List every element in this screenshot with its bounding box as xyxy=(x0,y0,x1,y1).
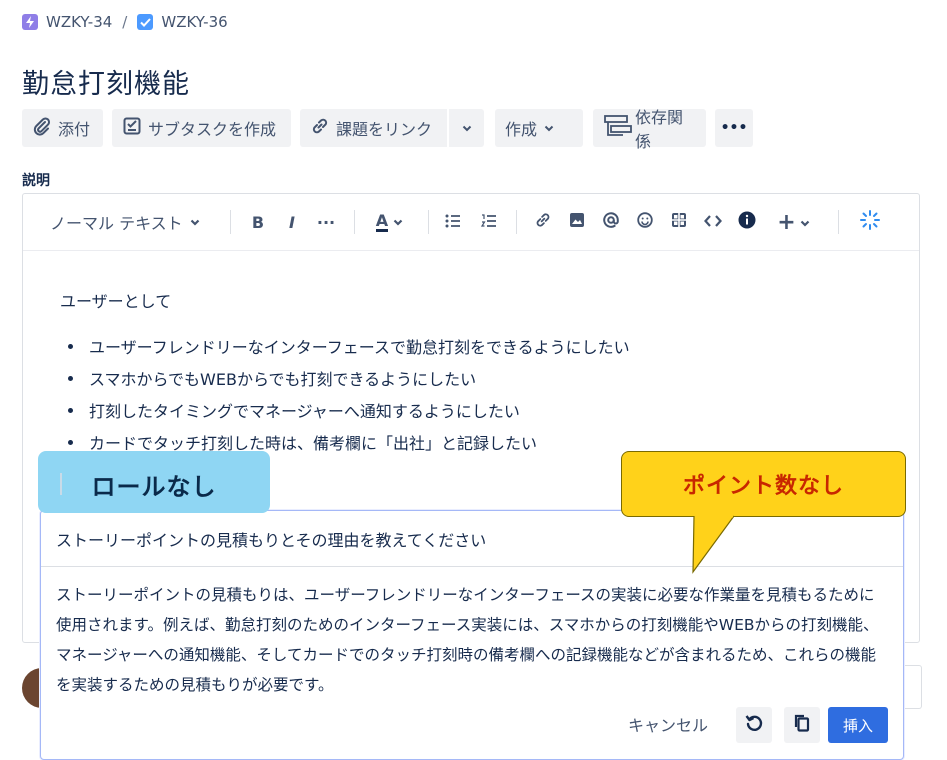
insert-link-button[interactable] xyxy=(530,208,556,236)
epic-icon xyxy=(22,14,38,30)
create-label: 作成 xyxy=(505,120,538,139)
callout-no-points: ポイント数なし xyxy=(621,451,906,517)
mention-icon xyxy=(603,212,619,232)
breadcrumb: WZKY-34 / WZKY-36 xyxy=(22,10,228,34)
list-item-text: ユーザーフレンドリーなインターフェースで勤怠打刻をできるようにしたい xyxy=(89,338,630,357)
issue-title[interactable]: 勤怠打刻機能 xyxy=(22,62,190,101)
chevron-down-icon xyxy=(543,119,555,138)
create-button[interactable]: 作成 xyxy=(495,109,583,147)
code-block-button[interactable] xyxy=(700,208,726,236)
list-item: スマホからでもWEBからでも打刻できるようにしたい xyxy=(60,362,630,394)
chevron-down-icon xyxy=(799,210,811,235)
breadcrumb-issue-link[interactable]: WZKY-36 xyxy=(161,13,227,31)
emoji-icon xyxy=(637,212,653,232)
cancel-button[interactable]: キャンセル xyxy=(628,712,708,736)
insert-image-button[interactable] xyxy=(564,208,590,236)
mention-button[interactable] xyxy=(598,208,624,236)
retry-icon xyxy=(744,713,764,737)
callout-no-role: ロールなし xyxy=(38,451,270,513)
callout-no-role-text: ロールなし xyxy=(91,473,217,501)
bullet-dot xyxy=(68,343,73,349)
info-icon xyxy=(738,211,756,233)
toolbar-divider xyxy=(838,210,839,234)
plus-icon: + xyxy=(777,209,796,235)
toolbar-divider xyxy=(428,210,429,234)
ai-prompt-text[interactable]: ストーリーポイントの見積もりとその理由を教えてください xyxy=(56,527,486,551)
comment-field-edge xyxy=(904,665,922,709)
chevron-down-icon xyxy=(189,213,201,232)
code-icon xyxy=(704,213,722,232)
text-style-label: ノーマル テキスト xyxy=(50,214,183,233)
list-item-text: 打刻したタイミングでマネージャーへ通知するようにしたい xyxy=(89,402,520,421)
toolbar-divider xyxy=(516,210,517,234)
ai-panel-divider xyxy=(41,566,903,567)
info-panel-button[interactable] xyxy=(734,208,760,236)
attach-button[interactable]: 添付 xyxy=(22,109,103,147)
text-style-dropdown[interactable]: ノーマル テキスト xyxy=(50,208,210,236)
link-icon xyxy=(310,116,330,140)
more-actions-button[interactable]: ••• xyxy=(715,109,753,147)
toolbar-divider xyxy=(354,210,355,234)
attach-label: 添付 xyxy=(58,120,91,139)
sparkle-icon xyxy=(859,209,881,235)
bullet-dot xyxy=(68,375,73,381)
link-issue-label: 課題をリンク xyxy=(336,120,433,139)
breadcrumb-separator: / xyxy=(122,13,128,31)
insert-button[interactable]: 挿入 xyxy=(828,707,888,743)
task-icon xyxy=(137,14,154,30)
chevron-down-icon xyxy=(392,213,404,232)
avatar xyxy=(22,668,42,708)
more-formatting-button[interactable]: ··· xyxy=(312,208,340,236)
retry-button[interactable] xyxy=(736,707,772,743)
copy-icon xyxy=(793,713,811,737)
text-color-button[interactable]: A xyxy=(368,208,412,236)
dependency-icon xyxy=(603,114,633,142)
breadcrumb-parent-link[interactable]: WZKY-34 xyxy=(46,13,112,31)
emoji-button[interactable] xyxy=(632,208,658,236)
description-intro: ユーザーとして xyxy=(60,292,172,311)
list-item: ユーザーフレンドリーなインターフェースで勤怠打刻をできるようにしたい xyxy=(60,330,630,362)
bullet-list-icon xyxy=(445,213,461,232)
create-subtask-button[interactable]: サブタスクを作成 xyxy=(112,109,291,147)
bullet-dot xyxy=(68,439,73,445)
bullet-list-button[interactable] xyxy=(440,208,466,236)
italic-button[interactable]: I xyxy=(280,208,304,236)
image-icon xyxy=(569,212,585,232)
subtask-label: サブタスクを作成 xyxy=(148,120,277,139)
toolbar-divider xyxy=(230,210,231,234)
link-issue-dropdown[interactable] xyxy=(449,109,484,147)
table-icon xyxy=(671,212,687,232)
bullet-dot xyxy=(68,407,73,413)
numbered-list-button[interactable] xyxy=(476,208,502,236)
subtask-icon xyxy=(122,116,142,140)
bold-button[interactable]: B xyxy=(246,208,270,236)
link-icon xyxy=(534,211,552,233)
insert-more-button[interactable]: + xyxy=(770,208,818,236)
copy-button[interactable] xyxy=(784,707,820,743)
link-issue-button[interactable]: 課題をリンク xyxy=(300,109,447,147)
dependency-label: 依存関係 xyxy=(635,108,684,151)
text-color-label: A xyxy=(375,210,389,232)
paperclip-icon xyxy=(32,116,52,140)
list-item: 打刻したタイミングでマネージャーへ通知するようにしたい xyxy=(60,394,630,426)
description-label: 説明 xyxy=(22,173,50,189)
list-item-text: スマホからでもWEBからでも打刻できるようにしたい xyxy=(89,370,477,389)
ai-assist-button[interactable] xyxy=(856,208,884,236)
ai-response-text: ストーリーポイントの見積もりは、ユーザーフレンドリーなインターフェースの実装に必… xyxy=(56,586,879,694)
numbered-list-icon xyxy=(480,213,497,232)
callout-pointer xyxy=(692,514,735,574)
callout-no-points-text: ポイント数なし xyxy=(682,474,844,499)
dependency-button[interactable]: 依存関係 xyxy=(593,108,706,151)
more-icon: ••• xyxy=(720,120,748,136)
description-bullet-list: ユーザーフレンドリーなインターフェースで勤怠打刻をできるようにしたい スマホから… xyxy=(60,330,630,458)
insert-table-button[interactable] xyxy=(666,208,692,236)
chevron-down-icon xyxy=(461,119,473,138)
